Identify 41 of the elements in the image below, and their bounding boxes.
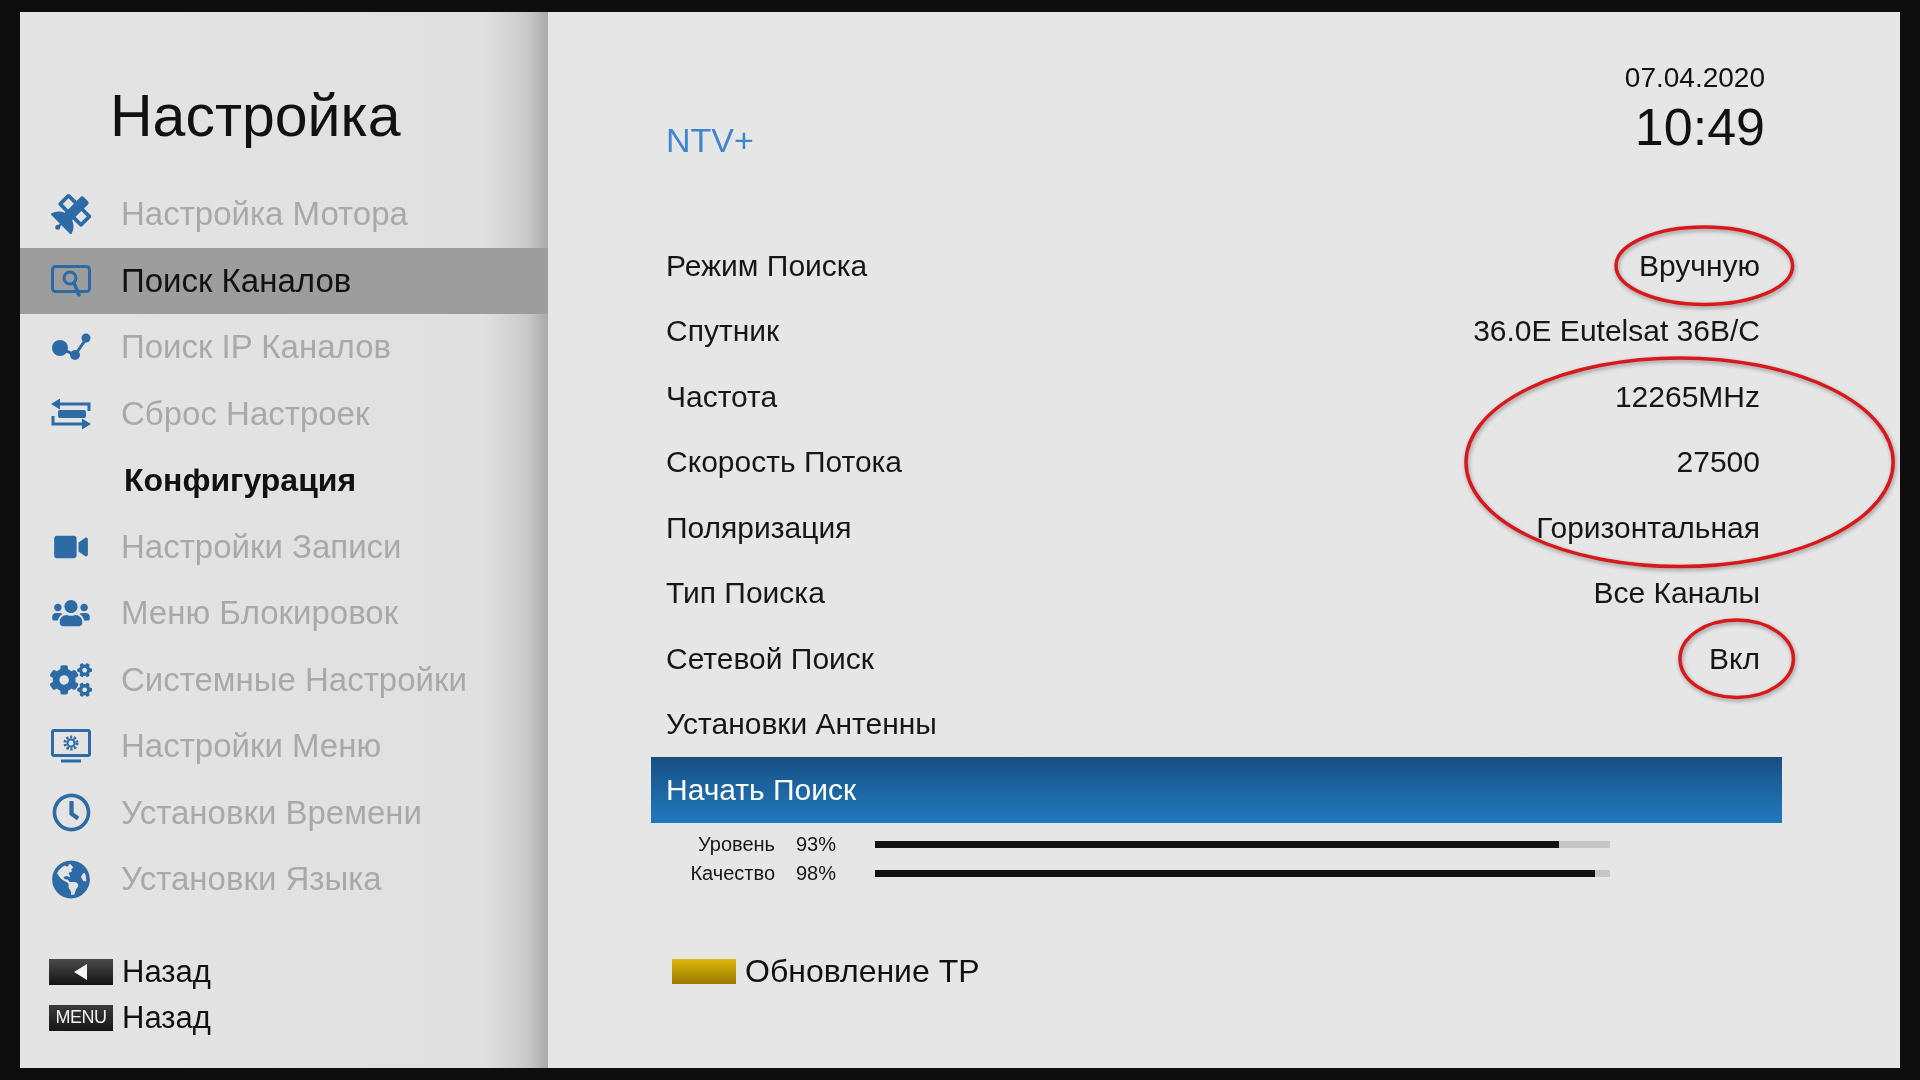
satellite-icon — [51, 194, 91, 235]
meter-label: Уровень — [696, 832, 775, 856]
arrows-icon — [49, 397, 93, 430]
setting-value: 12265MHz — [1614, 379, 1760, 414]
menu-title: Настройка — [110, 84, 401, 148]
monitor-gear-icon — [51, 729, 91, 764]
hint-label: Обновление ТР — [745, 953, 980, 990]
screen-search-icon — [51, 264, 91, 297]
hint-label: Назад — [122, 999, 211, 1036]
setting-label[interactable]: Спутник — [666, 314, 780, 349]
people-icon — [52, 598, 90, 629]
hint-label: Назад — [122, 953, 211, 990]
setting-label[interactable]: Частота — [666, 379, 778, 414]
date-text: 07.04.2020 — [1624, 62, 1765, 94]
back-key-icon — [49, 958, 113, 985]
menu-item[interactable]: Поиск Каналов — [20, 247, 548, 314]
setting-label[interactable]: Сетевой Поиск — [666, 641, 874, 676]
setting-label[interactable]: Установки Антенны — [666, 707, 937, 742]
color-key-icon — [672, 959, 736, 984]
provider-name: NTV+ — [665, 120, 754, 160]
setting-value: 27500 — [1676, 445, 1760, 480]
globe-icon — [52, 859, 90, 899]
setting-value: Вкл — [1709, 641, 1760, 676]
setting-value: Вручную — [1638, 248, 1760, 283]
section-heading: Конфигурация — [123, 460, 358, 500]
setting-value: 36.0E Eutelsat 36B/C — [1473, 314, 1760, 349]
setting-value: Все Каналы — [1593, 576, 1760, 611]
setting-value: Горизонтальная — [1536, 510, 1760, 545]
meter-reading: 98% — [796, 861, 836, 885]
meter-reading: 93% — [796, 832, 836, 856]
clock-icon — [51, 793, 91, 833]
setting-label[interactable]: Скорость Потока — [666, 445, 903, 480]
clock-time: 10:49 — [1634, 99, 1765, 155]
connected-dots-icon — [51, 333, 91, 362]
meter-label: Качество — [689, 861, 775, 885]
menu-key: MENU — [49, 1004, 113, 1031]
setting-label[interactable]: Начать Поиск — [666, 772, 857, 807]
setting-label[interactable]: Поляризация — [666, 510, 852, 545]
gears-icon — [50, 662, 92, 697]
setting-label[interactable]: Режим Поиска — [666, 248, 868, 283]
setting-label[interactable]: Тип Поиска — [666, 576, 825, 611]
